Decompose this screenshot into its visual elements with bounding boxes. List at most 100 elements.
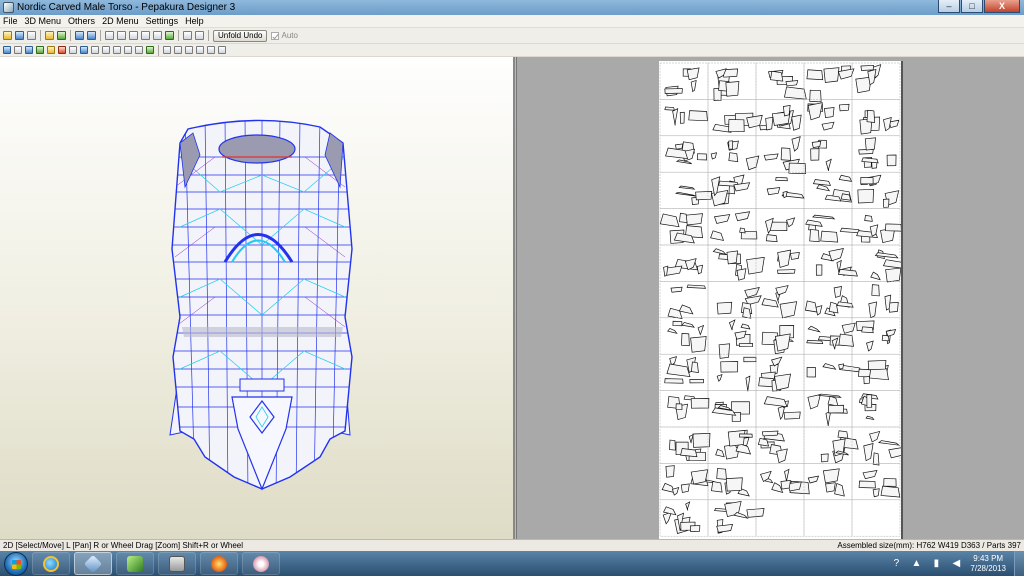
edit-icon[interactable] — [105, 31, 114, 40]
unfolded-part[interactable] — [833, 286, 842, 298]
unfolded-part[interactable] — [775, 333, 791, 352]
unfolded-part[interactable] — [765, 234, 778, 243]
undo-icon[interactable] — [75, 31, 84, 40]
unfolded-part[interactable] — [675, 403, 683, 410]
unfolded-part[interactable] — [786, 217, 796, 228]
unfolded-part[interactable] — [770, 70, 784, 82]
unfolded-part[interactable] — [812, 179, 832, 186]
unfolded-part[interactable] — [784, 86, 807, 100]
unfolded-part[interactable] — [738, 433, 753, 438]
split-icon[interactable] — [165, 31, 174, 40]
unfolded-part[interactable] — [665, 465, 675, 478]
scale-icon[interactable] — [47, 46, 55, 54]
unfolded-part[interactable] — [725, 81, 740, 97]
unfolded-part[interactable] — [671, 486, 680, 496]
unfolded-part[interactable] — [825, 158, 832, 171]
unfolded-part[interactable] — [685, 213, 703, 226]
unfolded-part[interactable] — [837, 268, 858, 277]
unfolded-part[interactable] — [861, 326, 874, 334]
unfolded-part[interactable] — [675, 191, 697, 197]
unfolded-part[interactable] — [771, 356, 783, 367]
unfolded-part[interactable] — [790, 252, 800, 260]
unfolded-part[interactable] — [869, 430, 881, 443]
unfolded-part[interactable] — [809, 89, 822, 103]
unfolded-part[interactable] — [806, 69, 824, 81]
taskbar-ie[interactable] — [32, 552, 70, 575]
unfolded-part[interactable] — [670, 286, 683, 293]
unfolded-part[interactable] — [728, 152, 739, 162]
unfolded-part[interactable] — [728, 119, 745, 133]
unfolded-part[interactable] — [744, 287, 760, 298]
taskbar-firefox[interactable] — [200, 552, 238, 575]
unfolded-part[interactable] — [863, 443, 874, 462]
clock[interactable]: 9:43 PM 7/28/2013 — [970, 554, 1006, 574]
grid-icon[interactable] — [124, 46, 132, 54]
unfolded-part[interactable] — [872, 488, 880, 498]
unfolded-part[interactable] — [815, 264, 823, 276]
unfolded-part[interactable] — [837, 430, 849, 439]
unfolded-part[interactable] — [689, 379, 704, 384]
unfolded-part[interactable] — [865, 415, 875, 421]
unfolded-part[interactable] — [664, 106, 675, 111]
unfolded-part[interactable] — [883, 478, 897, 487]
align-center-icon[interactable] — [174, 46, 182, 54]
rotate-icon[interactable] — [14, 46, 22, 54]
taskbar-pepakura[interactable] — [74, 552, 112, 575]
join-edge-icon[interactable] — [58, 46, 66, 54]
unfolded-part[interactable] — [690, 336, 707, 353]
redo-icon[interactable] — [87, 31, 96, 40]
unfolded-part[interactable] — [672, 320, 683, 327]
unfolded-part[interactable] — [689, 525, 701, 532]
move-icon[interactable] — [36, 46, 44, 54]
unfolded-part[interactable] — [860, 177, 874, 185]
unfolded-part[interactable] — [733, 512, 749, 519]
unfolded-part[interactable] — [666, 363, 691, 377]
view-3d-icon[interactable] — [45, 31, 54, 40]
unfolded-part[interactable] — [864, 215, 873, 222]
unfolded-part[interactable] — [780, 147, 791, 161]
window2-icon[interactable] — [195, 31, 204, 40]
unfolded-part[interactable] — [740, 323, 751, 330]
unfolded-part[interactable] — [696, 264, 703, 275]
ruler-icon[interactable] — [117, 31, 126, 40]
unfolded-part[interactable] — [886, 154, 897, 167]
menu-2d[interactable]: 2D Menu — [102, 16, 139, 26]
unfolded-part[interactable] — [685, 501, 691, 511]
unfolded-part[interactable] — [828, 301, 839, 314]
unfolded-part[interactable] — [825, 482, 836, 493]
unfolded-part[interactable] — [736, 268, 747, 281]
menu-settings[interactable]: Settings — [146, 16, 179, 26]
unfolded-part[interactable] — [745, 375, 751, 392]
unfolded-part[interactable] — [674, 143, 684, 150]
unfolded-part[interactable] — [678, 185, 696, 190]
unfolded-part[interactable] — [838, 174, 853, 182]
unfolded-part[interactable] — [775, 177, 788, 182]
unfolded-part[interactable] — [690, 469, 709, 485]
unfolded-part[interactable] — [715, 448, 725, 458]
unfolded-part[interactable] — [712, 248, 727, 255]
unfolded-part[interactable] — [695, 190, 713, 201]
unfolded-part[interactable] — [663, 506, 677, 516]
unfolded-part[interactable] — [839, 103, 850, 112]
unfolded-part[interactable] — [868, 301, 878, 319]
unfolded-part[interactable] — [862, 470, 878, 480]
unfolded-part[interactable] — [714, 214, 731, 224]
unfolded-part[interactable] — [822, 468, 840, 484]
unfolded-part[interactable] — [820, 453, 829, 463]
select-move-icon[interactable] — [3, 46, 11, 54]
unfolded-part[interactable] — [863, 376, 870, 385]
unfolded-part[interactable] — [742, 307, 752, 319]
unfolded-part[interactable] — [692, 433, 711, 448]
unfolded-part[interactable] — [743, 356, 757, 363]
unfolded-part[interactable] — [757, 437, 770, 447]
unfolded-part[interactable] — [716, 523, 734, 533]
unfolded-part[interactable] — [672, 108, 679, 126]
unfolded-part[interactable] — [888, 446, 905, 459]
unfolded-part[interactable] — [766, 187, 781, 196]
unfolded-part[interactable] — [866, 340, 874, 352]
unfolded-part[interactable] — [720, 361, 739, 373]
2d-view-pane[interactable] — [517, 57, 1024, 539]
unfolded-part[interactable] — [690, 79, 697, 93]
separate-icon[interactable] — [69, 46, 77, 54]
unfolded-part[interactable] — [686, 284, 707, 289]
